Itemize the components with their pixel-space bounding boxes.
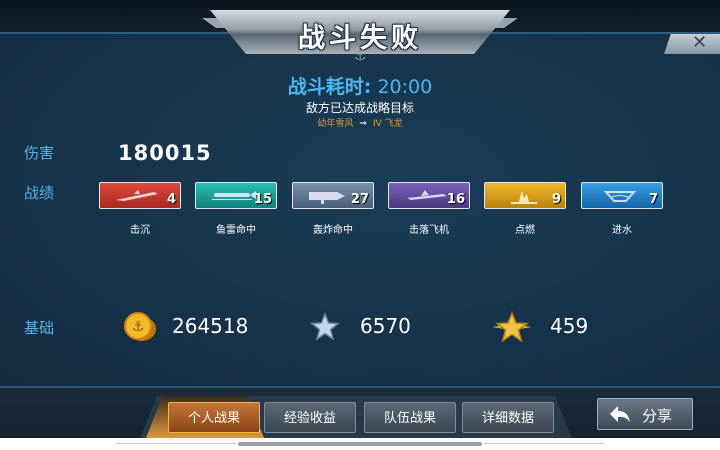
ship-from: 幼年雪风 [317,119,354,129]
share-button[interactable]: 分享 [597,398,693,430]
battle-time-label: 战斗耗时: [287,76,372,98]
coin-icon: ⚓ [124,312,156,341]
share-arrow-icon [610,406,630,422]
badge-label-plane: 击落飞机 [409,225,449,236]
battle-time-value: 20:00 [377,76,433,98]
home-indicator[interactable] [238,442,482,446]
badge-bomb: 27 [292,182,374,209]
battle-time: 战斗耗时: 20:00 [0,72,720,99]
badge-label-sink: 击沉 [130,225,150,236]
base-label: 基础 [24,319,55,337]
record-label: 战绩 [24,184,55,202]
result-text: 敌方已达成战略目标 [305,101,414,115]
ship-transform-line: 幼年雪风 ⇒ IV 飞龙 [0,116,720,129]
arrow-right-icon: ⇒ [359,119,367,129]
svg-text:⚓: ⚓ [132,319,145,335]
flooding-icon [603,191,637,202]
badge-plane: 16 [388,182,470,209]
torpedo-icon [212,191,256,200]
plane-icon [407,190,447,200]
share-label: 分享 [642,407,673,425]
rank-value: 459 [550,314,589,338]
badge-count: 27 [350,192,369,207]
badge-label-flooding: 进水 [612,225,632,236]
damage-label: 伤害 [24,144,55,162]
badge-label-fire: 点燃 [515,225,535,236]
damage-value: 180015 [118,141,212,165]
ship-sinking-icon [116,190,158,201]
badge-count: 15 [253,192,272,207]
tab-team-results[interactable]: 队伍战果 [364,402,456,433]
fire-icon [511,191,537,204]
badge-fire: 9 [484,182,566,209]
bomb-icon [309,192,345,204]
coins-value: 264518 [172,314,249,338]
badge-count: 7 [648,192,658,207]
badge-label-torpedo: 鱼雷命中 [216,225,256,236]
divider [485,443,605,444]
badge-label-bomb: 轰炸命中 [313,225,353,236]
badge-count: 16 [446,192,465,207]
xp-value: 6570 [360,314,411,338]
xp-star-icon [310,312,340,341]
tab-experience-income[interactable]: 经验收益 [264,402,356,433]
title-emblem: ⚓ 战斗失败 [202,0,518,66]
divider [115,443,235,444]
badge-count: 9 [551,192,561,207]
tab-detailed-data[interactable]: 详细数据 [462,402,554,433]
badge-count: 4 [166,192,176,207]
battle-result-screen: ⚓ 战斗失败 ✕ 战斗耗时: 20:00 敌方已达成战略目标 幼年雪风 ⇒ IV 飞… [0,0,720,450]
close-button[interactable]: ✕ [664,34,720,54]
badge-sink: 4 [99,182,181,209]
tab-personal-results[interactable]: 个人战果 [168,402,260,433]
badge-flooding: 7 [581,182,663,209]
page-title: 战斗失败 [298,23,422,54]
ship-to: IV 飞龙 [372,119,403,129]
rank-star-icon [492,310,532,343]
close-icon: ✕ [692,32,708,53]
badge-torpedo: 15 [195,182,277,209]
